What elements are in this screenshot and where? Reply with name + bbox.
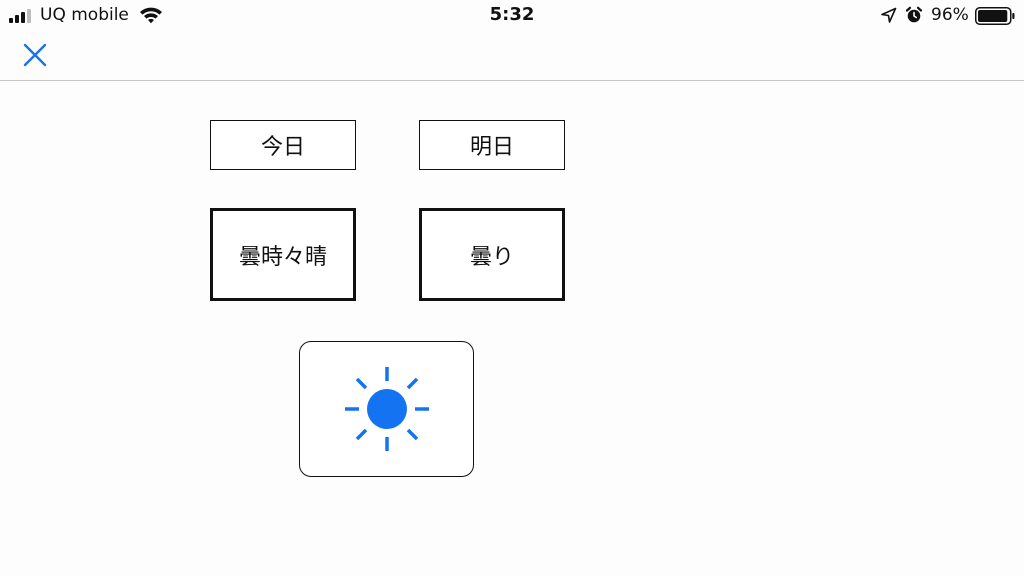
today-button[interactable]: 今日 (210, 120, 356, 170)
status-time: 5:32 (489, 4, 535, 25)
sun-icon (344, 367, 429, 451)
location-icon (881, 7, 897, 23)
alarm-icon (905, 6, 923, 23)
nav-bar (0, 32, 1024, 81)
close-icon[interactable] (22, 42, 48, 68)
tomorrow-button[interactable]: 明日 (419, 120, 565, 170)
today-forecast: 曇時々晴 (210, 208, 356, 301)
status-bar: UQ mobile 5:32 96% (0, 0, 1024, 32)
battery-icon (975, 7, 1015, 25)
weather-icon-card[interactable] (299, 341, 474, 477)
battery-percent: 96% (931, 5, 969, 25)
tomorrow-forecast: 曇り (419, 208, 565, 301)
